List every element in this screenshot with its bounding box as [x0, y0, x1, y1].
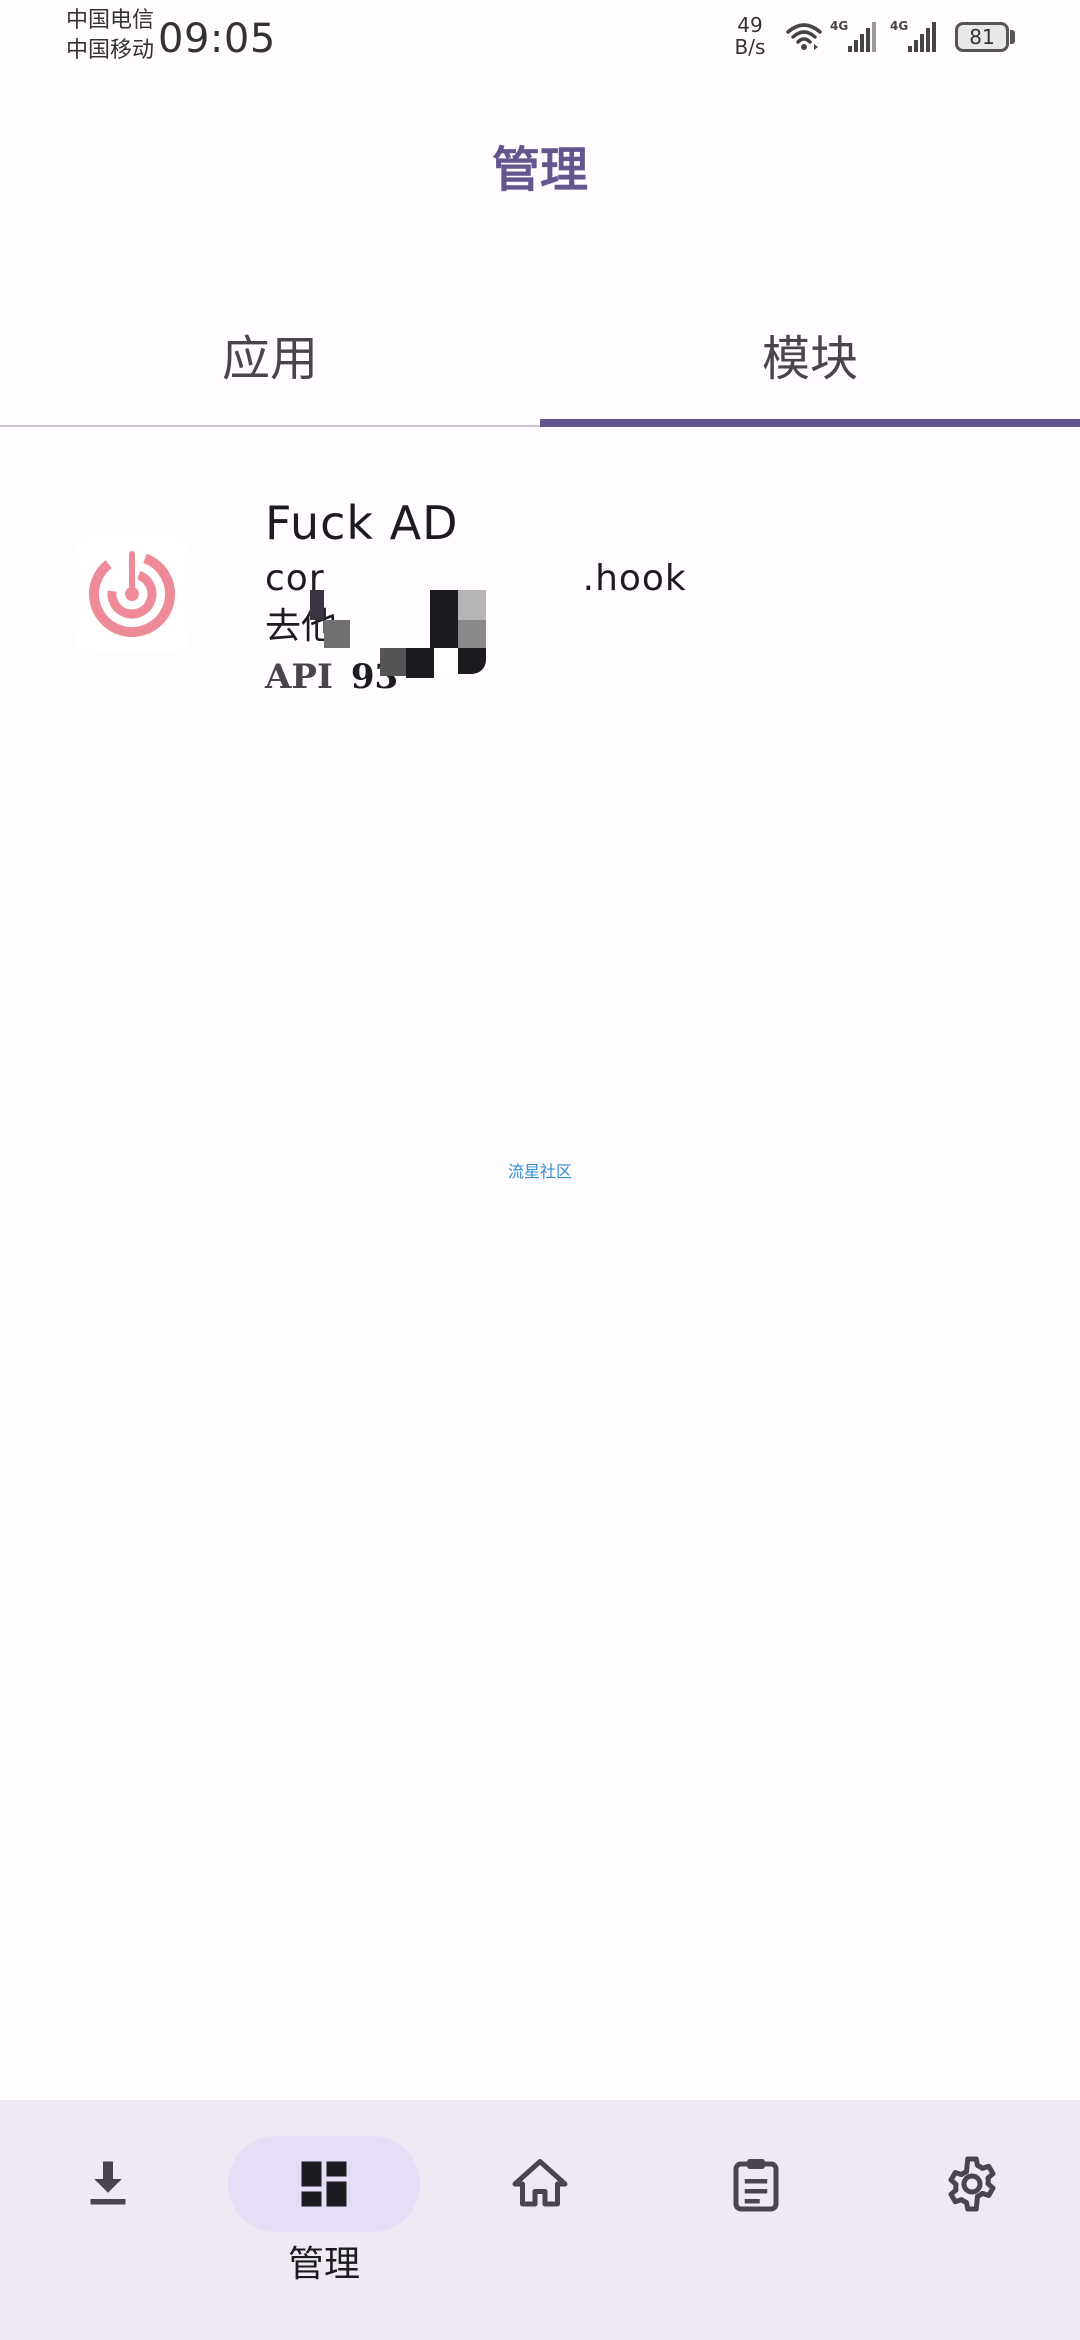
battery-level: 81 — [969, 25, 995, 49]
battery-icon: 81 — [955, 22, 1009, 52]
carrier-info: 中国电信 中国移动 — [66, 6, 154, 66]
home-icon — [512, 2159, 568, 2207]
module-list-item[interactable]: Fuck AD cor .hook 去他 API 93 — [0, 490, 1080, 720]
carrier-2: 中国移动 — [66, 38, 155, 63]
wifi-icon — [786, 23, 822, 50]
signal-2-label: 4G — [890, 19, 908, 33]
clipboard-icon — [733, 2159, 779, 2212]
radar-target-icon — [89, 551, 175, 637]
clock: 09:05 — [158, 16, 276, 62]
module-icon — [74, 536, 190, 652]
module-package-suffix: .hook — [582, 558, 687, 599]
download-icon — [90, 2161, 126, 2205]
battery-tip — [1010, 30, 1015, 44]
cellular-signal-icon: 4G — [830, 19, 876, 52]
cellular-signal-2-icon: 4G — [890, 19, 936, 52]
network-speed-unit: B/s — [734, 35, 766, 59]
tab-modules[interactable]: 模块 — [540, 290, 1080, 418]
redaction-mosaic — [310, 590, 490, 680]
dashboard-icon — [301, 2161, 347, 2207]
network-speed-value: 49 — [737, 13, 763, 37]
page-title: 管理 — [491, 142, 588, 198]
tab-indicator — [540, 419, 1080, 427]
status-bar: 中国电信 中国移动 09:05 49 B/s 4G 4G 81 — [0, 0, 1080, 80]
carrier-1: 中国电信 — [66, 8, 155, 33]
network-speed: 49 B/s — [728, 14, 772, 58]
nav-item-settings[interactable] — [864, 2100, 1080, 2340]
nav-item-download[interactable] — [0, 2100, 216, 2340]
nav-item-logs[interactable] — [648, 2100, 864, 2340]
nav-active-indicator — [228, 2136, 420, 2232]
watermark: 流星社区 — [507, 1162, 572, 1181]
tab-bar: 应用 模块 — [0, 290, 1080, 428]
nav-item-manage[interactable]: 管理 — [216, 2100, 432, 2340]
signal-1-label: 4G — [830, 19, 848, 33]
screen: 中国电信 中国移动 09:05 49 B/s 4G 4G 81 管理 应用 模块… — [0, 0, 1080, 2340]
bottom-navigation: 管理 — [0, 2100, 1080, 2340]
gear-icon — [948, 2156, 996, 2212]
module-name: Fuck AD — [265, 496, 459, 550]
tab-apps[interactable]: 应用 — [0, 290, 540, 418]
nav-item-home[interactable] — [432, 2100, 648, 2340]
nav-label-manage: 管理 — [287, 2244, 360, 2285]
